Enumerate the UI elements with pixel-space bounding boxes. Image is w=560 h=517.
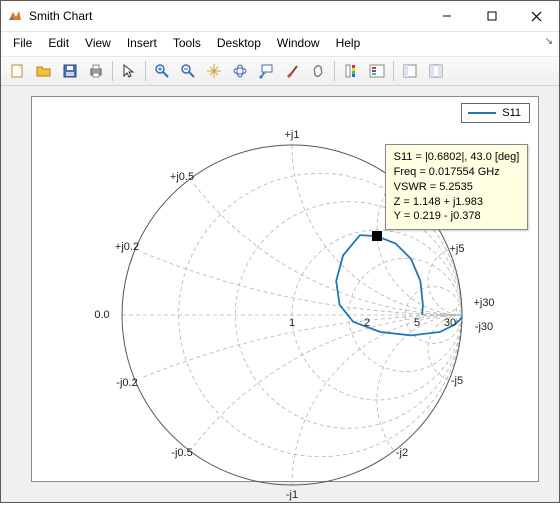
open-icon[interactable] [32,59,56,83]
toolbar-separator [145,61,146,81]
hide-tools-icon[interactable] [398,59,422,83]
axis-label-nj5: -j5 [451,375,463,387]
axis-label-pj5: +j5 [450,243,465,255]
menu-help[interactable]: Help [328,34,369,52]
save-icon[interactable] [58,59,82,83]
window-title: Smith Chart [29,9,424,23]
close-button[interactable] [514,2,559,31]
toolbar-overflow-icon[interactable]: ↘ [545,36,553,47]
show-tools-icon[interactable] [424,59,448,83]
axis-label-nj05: -j0.5 [171,447,192,459]
axis-label-pj1: +j1 [285,129,300,141]
toolbar-separator [112,61,113,81]
menu-tools[interactable]: Tools [165,34,209,52]
menubar: File Edit View Insert Tools Desktop Wind… [1,32,559,56]
axis-label-r5: 5 [414,317,420,329]
menu-view[interactable]: View [77,34,119,52]
legend-swatch-icon [468,112,496,114]
data-tip[interactable]: S11 = |0.6802|, 43.0 [deg] Freq = 0.0175… [385,144,529,230]
legend[interactable]: S11 [461,103,530,123]
axes[interactable]: 0.0 1 2 5 30 +j0.2 +j0.5 +j1 +j2 +j5 +j3… [31,96,539,482]
axis-label-r1: 1 [289,317,295,329]
new-figure-icon[interactable] [6,59,30,83]
axis-label-pj05: +j0.5 [170,171,194,183]
menu-file[interactable]: File [5,34,40,52]
pan-icon[interactable] [202,59,226,83]
toolbar-separator [334,61,335,81]
axis-label-nj2: -j2 [396,447,408,459]
toolbar [1,56,559,86]
zoom-out-icon[interactable] [176,59,200,83]
toolbar-separator [393,61,394,81]
axis-label-pj02: +j0.2 [115,241,139,253]
app-window: Smith Chart File Edit View Insert Tools … [0,0,560,503]
menu-insert[interactable]: Insert [119,34,165,52]
axis-label-r30: 30 [444,317,456,329]
colorbar-icon[interactable] [339,59,363,83]
axis-label-nj02: -j0.2 [116,377,137,389]
window-controls [424,2,559,31]
maximize-button[interactable] [469,2,514,31]
datatip-line1: S11 = |0.6802|, 43.0 [deg] [394,150,520,165]
axis-label-nj30: -j30 [475,321,493,333]
menu-window[interactable]: Window [269,34,328,52]
data-marker[interactable] [372,231,382,241]
datatip-line2: Freq = 0.017554 GHz [394,165,520,180]
axis-label-zero: 0.0 [94,309,109,321]
menu-edit[interactable]: Edit [40,34,77,52]
datatip-line5: Y = 0.219 - j0.378 [394,209,520,224]
matlab-logo-icon [7,8,23,24]
axis-label-r2: 2 [364,317,370,329]
titlebar: Smith Chart [1,1,559,32]
datatip-icon[interactable] [254,59,278,83]
zoom-in-icon[interactable] [150,59,174,83]
link-icon[interactable] [306,59,330,83]
axis-label-pj30: +j30 [473,297,494,309]
legend-label-s11: S11 [502,107,521,119]
print-icon[interactable] [84,59,108,83]
minimize-button[interactable] [424,2,469,31]
axis-label-nj1: -j1 [286,489,298,501]
pointer-icon[interactable] [117,59,141,83]
plot-area: 0.0 1 2 5 30 +j0.2 +j0.5 +j1 +j2 +j5 +j3… [1,86,559,502]
brush-icon[interactable] [280,59,304,83]
datatip-line3: VSWR = 5.2535 [394,180,520,195]
datatip-line4: Z = 1.148 + j1.983 [394,195,520,210]
legend-icon[interactable] [365,59,389,83]
menu-desktop[interactable]: Desktop [209,34,269,52]
rotate3d-icon[interactable] [228,59,252,83]
